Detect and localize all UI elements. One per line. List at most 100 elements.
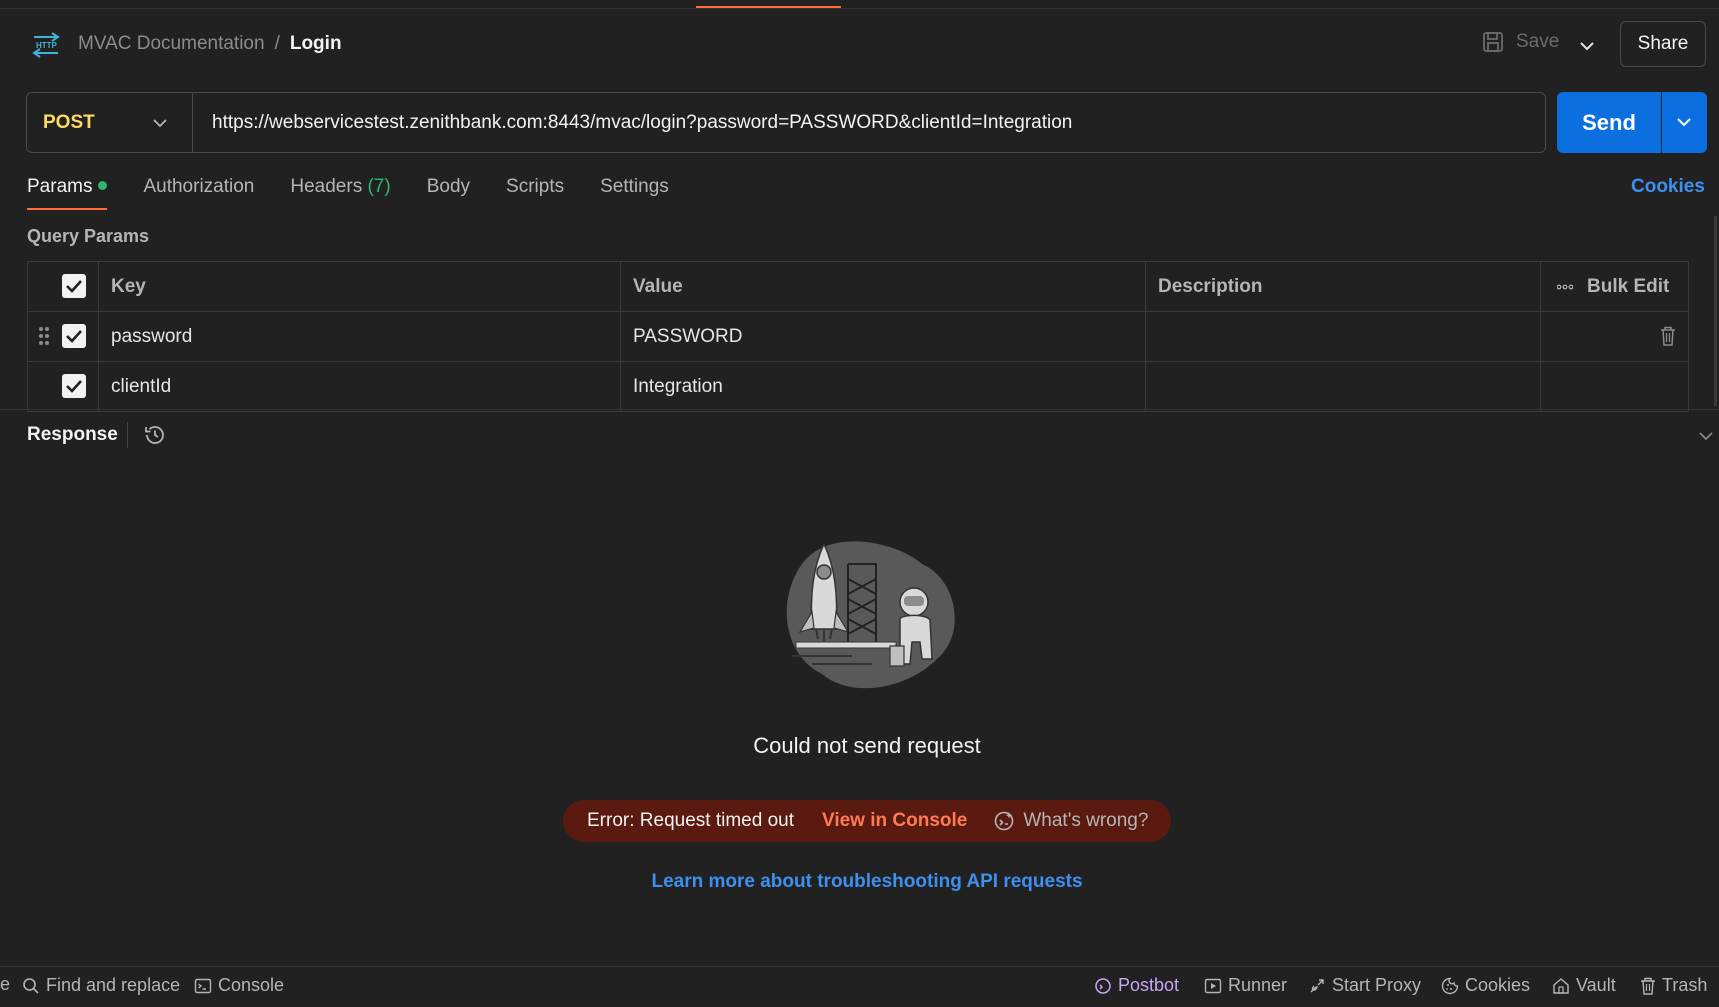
send-options-button[interactable] — [1662, 92, 1707, 153]
tab-headers-label: Headers — [290, 176, 363, 197]
bulk-edit-button[interactable]: Bulk Edit — [1587, 276, 1669, 298]
postbot-icon — [1095, 977, 1111, 994]
request-url-bar: POST https://webservicestest.zenithbank.… — [26, 92, 1546, 153]
divider — [127, 422, 128, 448]
vault-button[interactable]: Vault — [1552, 975, 1616, 996]
save-label: Save — [1516, 31, 1560, 52]
console-label: Console — [218, 975, 285, 995]
divider — [192, 93, 193, 152]
proxy-icon — [1310, 978, 1324, 992]
tab-authorization[interactable]: Authorization — [143, 176, 254, 210]
url-input[interactable]: https://webservicestest.zenithbank.com:8… — [212, 93, 1072, 152]
tab-params[interactable]: Params — [27, 176, 108, 210]
param-description-input[interactable] — [1145, 362, 1540, 411]
tab-settings-label: Settings — [600, 176, 669, 197]
error-banner: Error: Request timed out View in Console… — [563, 800, 1171, 842]
history-icon[interactable] — [143, 423, 167, 447]
request-name[interactable]: Login — [290, 33, 342, 55]
param-description-input[interactable] — [1145, 312, 1540, 361]
search-icon — [23, 977, 39, 994]
query-params-title: Query Params — [27, 226, 150, 246]
column-value: Value — [620, 262, 1145, 311]
breadcrumb-separator: / — [274, 33, 280, 54]
column-key: Key — [98, 262, 620, 311]
console-icon — [194, 978, 212, 993]
postbot-label: Postbot — [1118, 975, 1180, 995]
active-tab-indicator — [696, 6, 841, 8]
console-button[interactable]: Console — [194, 975, 284, 996]
column-description: Description — [1145, 262, 1540, 311]
view-in-console-link[interactable]: View in Console — [822, 810, 967, 832]
runner-icon — [1204, 978, 1222, 993]
cookie-icon — [1441, 977, 1459, 994]
tab-scripts[interactable]: Scripts — [506, 176, 564, 210]
bulk-edit-cell: Bulk Edit — [1540, 262, 1688, 311]
drag-handle-icon[interactable] — [38, 326, 50, 346]
query-params-table: Key Value Description Bulk Edit password… — [27, 261, 1689, 412]
trash-label: Trash — [1662, 975, 1708, 995]
send-label: Send — [1582, 109, 1636, 135]
trash-button[interactable]: Trash — [1640, 975, 1707, 996]
tab-body[interactable]: Body — [427, 176, 470, 210]
whats-wrong-label: What's wrong? — [1023, 810, 1149, 831]
vault-icon — [1553, 977, 1569, 994]
check-icon — [66, 380, 82, 393]
param-key-input[interactable]: clientId — [98, 362, 620, 411]
save-icon — [1483, 32, 1503, 52]
share-button[interactable]: Share — [1620, 21, 1706, 67]
svg-text:HTTP: HTTP — [36, 41, 58, 50]
whats-wrong-button[interactable]: What's wrong? — [993, 810, 1148, 832]
tab-authorization-label: Authorization — [143, 176, 255, 197]
select-all-checkbox[interactable] — [62, 274, 86, 298]
table-row: password PASSWORD — [28, 312, 1688, 362]
trash-icon[interactable] — [1660, 326, 1676, 346]
collapse-chevron-icon[interactable] — [1697, 427, 1715, 445]
scrollbar[interactable] — [1714, 216, 1717, 406]
breadcrumb-collection[interactable]: MVAC Documentation — [78, 33, 265, 55]
vault-label: Vault — [1576, 975, 1616, 995]
tab-params-label: Params — [27, 176, 93, 197]
tab-settings[interactable]: Settings — [600, 176, 669, 210]
http-icon: HTTP — [32, 32, 60, 58]
find-and-replace-label: Find and replace — [46, 975, 181, 995]
check-icon — [66, 280, 82, 293]
cookies-button[interactable]: Cookies — [1441, 975, 1530, 996]
start-proxy-button[interactable]: Start Proxy — [1308, 975, 1421, 996]
more-options-icon[interactable] — [1557, 284, 1573, 290]
postbot-icon — [995, 811, 1014, 831]
row-actions — [1540, 362, 1688, 411]
runner-button[interactable]: Runner — [1204, 975, 1287, 996]
runner-label: Runner — [1228, 975, 1288, 995]
breadcrumb: MVAC Documentation / Login — [78, 33, 342, 55]
footer-left-edge-text: e — [0, 974, 11, 994]
response-title: Response — [27, 424, 118, 445]
row-checkbox[interactable] — [62, 374, 86, 398]
params-active-dot — [98, 181, 108, 190]
error-text: Error: Request timed out — [587, 810, 794, 831]
param-key-input[interactable]: password — [98, 312, 620, 361]
check-icon — [66, 330, 82, 343]
cookies-link[interactable]: Cookies — [1631, 176, 1705, 198]
chevron-down-icon — [1677, 118, 1691, 127]
save-button[interactable]: Save — [1482, 31, 1559, 53]
save-options-chevron-icon[interactable] — [1578, 37, 1596, 55]
tab-scripts-label: Scripts — [506, 176, 565, 197]
share-label: Share — [1637, 33, 1689, 54]
method-chevron-icon[interactable] — [151, 114, 169, 132]
pane-divider[interactable] — [0, 409, 1719, 410]
method-select[interactable]: POST — [43, 93, 95, 152]
tab-headers[interactable]: Headers (7) — [290, 176, 390, 210]
table-header-row: Key Value Description Bulk Edit — [28, 262, 1688, 312]
troubleshooting-link[interactable]: Learn more about troubleshooting API req… — [0, 871, 1719, 893]
postbot-button[interactable]: Postbot — [1094, 975, 1179, 996]
method-label: POST — [43, 111, 95, 133]
table-row: clientId Integration — [28, 362, 1688, 411]
row-checkbox[interactable] — [62, 324, 86, 348]
request-header: HTTP MVAC Documentation / Login Save Sha… — [0, 9, 1719, 81]
headers-count: (7) — [367, 176, 391, 197]
find-and-replace-button[interactable]: Find and replace — [22, 975, 180, 996]
param-value-input[interactable]: PASSWORD — [620, 312, 1145, 361]
param-value-input[interactable]: Integration — [620, 362, 1145, 411]
request-tabs: Params Authorization Headers (7) Body Sc… — [27, 176, 669, 210]
send-button[interactable]: Send — [1557, 92, 1661, 153]
